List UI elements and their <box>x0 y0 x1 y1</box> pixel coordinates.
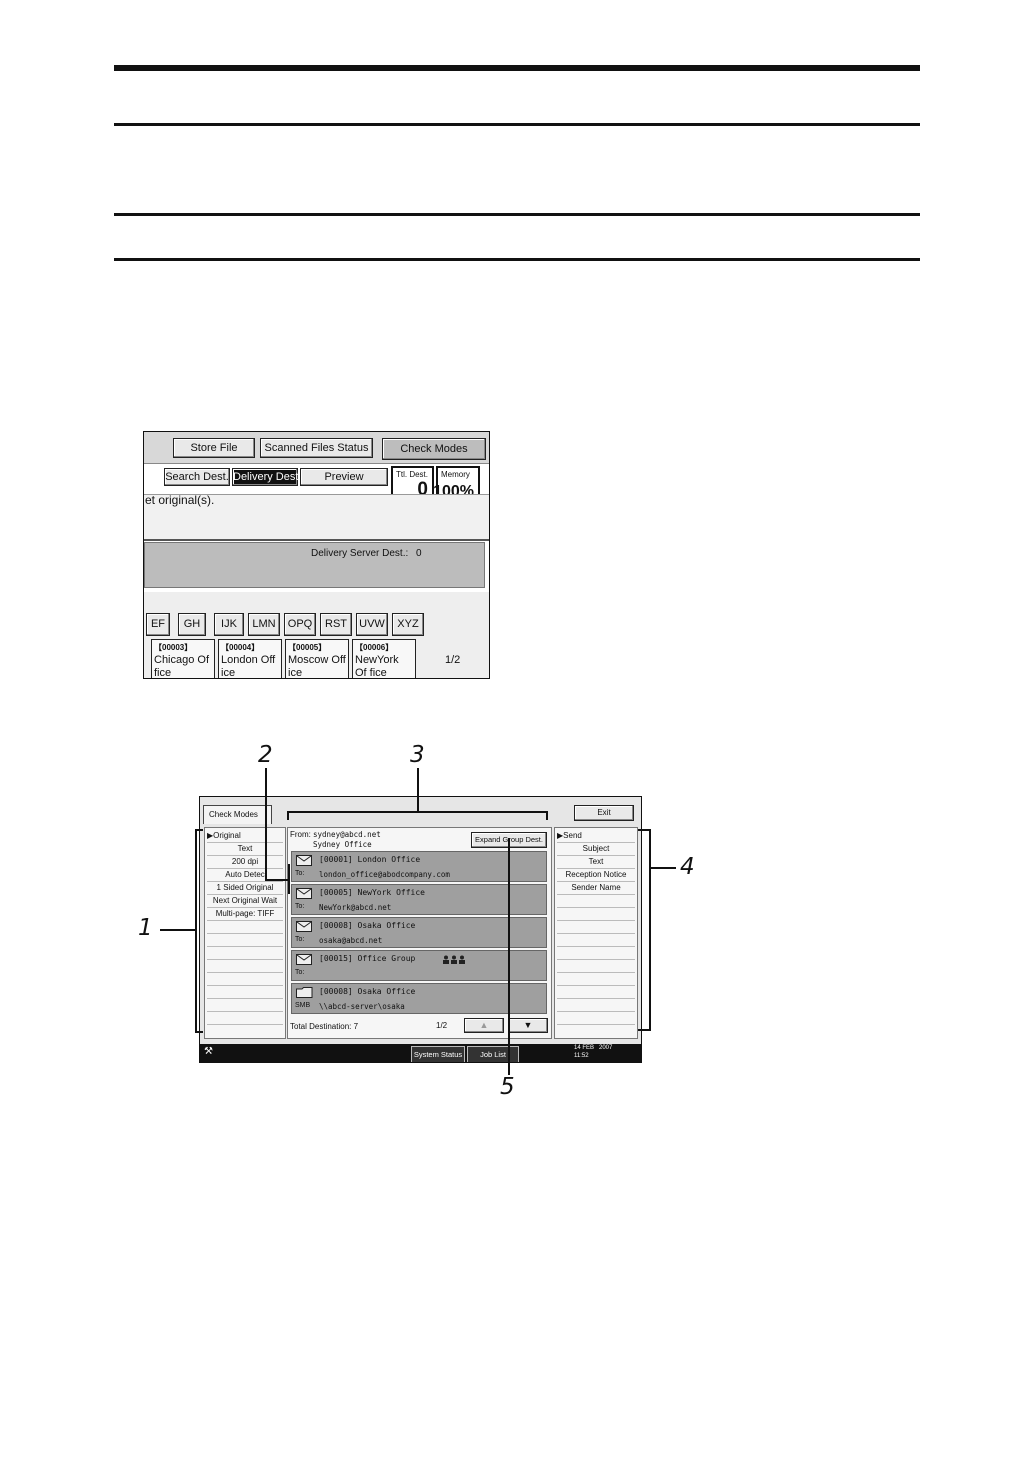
callout-number-3: 3 <box>410 742 425 768</box>
callout-number-4: 4 <box>680 854 695 880</box>
callout-number-5: 5 <box>500 1074 515 1100</box>
callout-number-2: 2 <box>258 742 273 768</box>
callout-bracket-1 <box>195 829 203 1033</box>
callout-lines <box>160 768 676 1075</box>
callout-leader-2 <box>265 768 290 894</box>
callout-bracket-3 <box>287 811 548 820</box>
callout-number-1: 1 <box>138 915 153 941</box>
callout-bracket-4 <box>638 829 651 1031</box>
